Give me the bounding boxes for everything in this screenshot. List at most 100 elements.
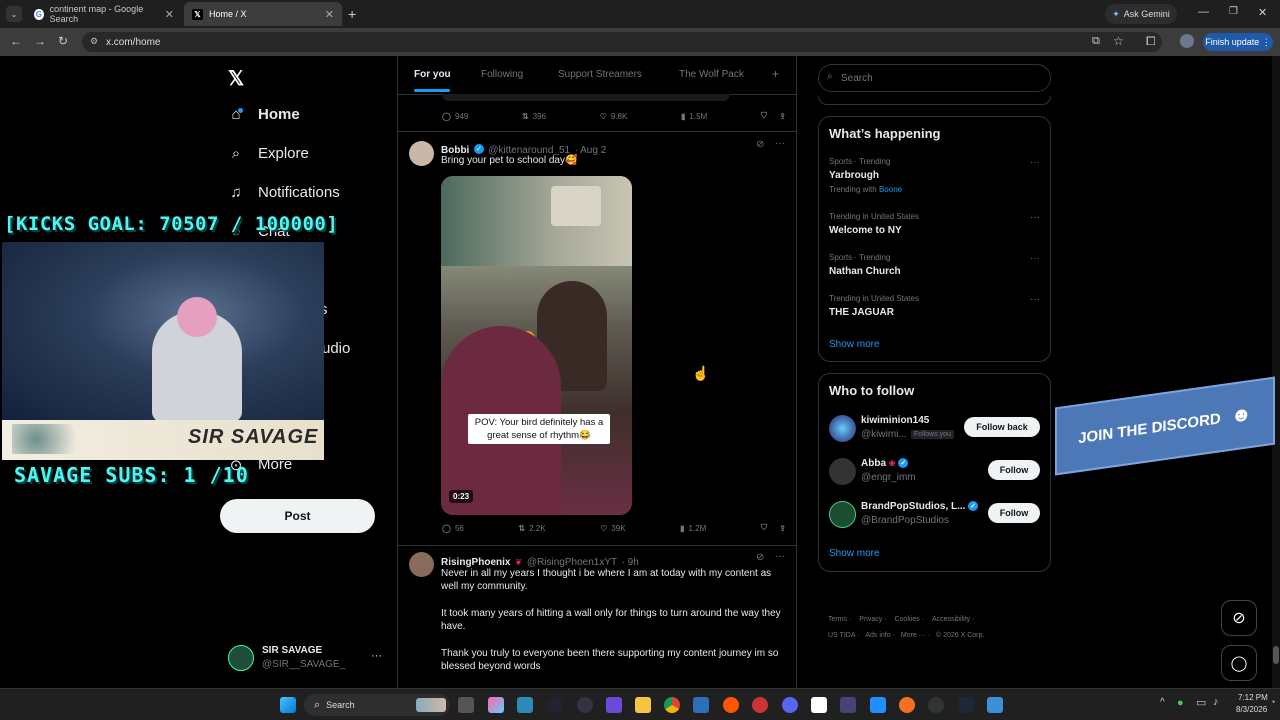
profile-avatar[interactable] — [1180, 34, 1194, 48]
app-icon[interactable] — [577, 697, 593, 713]
discord-taskbar-icon[interactable] — [782, 697, 798, 713]
scrollbar[interactable] — [1272, 56, 1280, 688]
sidebar-item-explore[interactable]: ⌕ Explore — [228, 145, 309, 162]
footer-link[interactable]: US TIDA — [828, 632, 855, 639]
windows-start-icon[interactable] — [280, 697, 296, 713]
clock-date[interactable]: 8/3/2026 — [1236, 705, 1267, 714]
chrome-icon[interactable] — [664, 697, 680, 713]
follow-suggestion[interactable]: Abba ❀ ✓ @engr_imm Follow — [819, 455, 1050, 489]
tab-following[interactable]: Following — [481, 69, 523, 80]
more-dots-icon[interactable]: ··· — [371, 650, 382, 662]
follow-suggestion[interactable]: kiwiminion145 @kiwimi... Follows you Fol… — [819, 412, 1050, 446]
app-icon[interactable] — [547, 697, 563, 713]
messages-floating-button[interactable]: ◯ — [1221, 645, 1257, 681]
trend-item[interactable]: Trending in United States Welcome to NY … — [819, 210, 1050, 242]
volume-icon[interactable]: ♪ — [1213, 696, 1219, 708]
soundcloud-icon[interactable] — [723, 697, 739, 713]
close-icon[interactable]: ✕ — [325, 8, 334, 21]
scrollbar-thumb[interactable] — [1273, 646, 1279, 664]
file-explorer-icon[interactable] — [635, 697, 651, 713]
footer-link[interactable]: Accessibility — [932, 616, 970, 623]
post-button[interactable]: Post — [220, 499, 375, 533]
forward-icon[interactable]: → — [34, 34, 46, 48]
tab-list-button[interactable]: ⌄ — [6, 6, 22, 22]
tweet-video[interactable]: POV: Your bird definitely has a great se… — [441, 176, 632, 515]
microphone-icon[interactable]: ● — [1177, 697, 1184, 709]
grok-icon[interactable]: ⊘ — [756, 139, 764, 150]
obs-icon[interactable] — [928, 697, 944, 713]
grok-icon[interactable]: ⊘ — [756, 552, 764, 563]
tab-home-x[interactable]: 𝕏 Home / X ✕ — [184, 2, 342, 26]
install-app-icon[interactable]: ⧉ — [1092, 35, 1100, 48]
bookmark-button[interactable]: ⛉ ⇪ — [761, 523, 786, 533]
trend-item[interactable]: Sports · Trending Yarbrough Trending wit… — [819, 155, 1050, 197]
footer-link[interactable]: Ads info — [865, 632, 890, 639]
share-icon[interactable]: ⇪ — [779, 524, 786, 533]
show-more-link[interactable]: Show more — [829, 548, 880, 559]
sidebar-item-partial-studio[interactable]: udio — [322, 340, 350, 357]
account-switcher[interactable]: SIR SAVAGE @SIR__SAVAGE_ ··· — [228, 644, 388, 674]
more-dots-icon[interactable]: ··· — [775, 551, 785, 562]
steam-icon[interactable] — [958, 697, 974, 713]
network-icon[interactable]: ▭ — [1196, 696, 1206, 709]
app-icon[interactable] — [899, 697, 915, 713]
footer-link[interactable]: Cookies — [894, 616, 919, 623]
reload-icon[interactable]: ↻ — [58, 34, 68, 48]
task-view-icon[interactable] — [458, 697, 474, 713]
follow-back-button[interactable]: Follow back — [964, 417, 1040, 437]
views-button[interactable]: ▮ 1.5M — [681, 111, 707, 121]
taskbar-search-box[interactable]: ⌕ Search — [304, 694, 450, 716]
like-button[interactable]: ♡ 9.8K — [600, 111, 628, 121]
new-tab-button[interactable]: + — [348, 6, 356, 22]
back-icon[interactable]: ← — [10, 34, 22, 48]
more-dots-icon[interactable]: ··· — [1030, 212, 1040, 223]
follow-button[interactable]: Follow — [988, 503, 1040, 523]
app-icon[interactable] — [693, 697, 709, 713]
notification-bell-icon[interactable]: ◔ — [1270, 697, 1275, 707]
app-icon[interactable] — [870, 697, 886, 713]
views-button[interactable]: ▮ 1.2M — [680, 523, 706, 533]
footer-link[interactable]: Terms — [828, 616, 847, 623]
footer-link[interactable]: More ··· — [901, 632, 926, 639]
tab-for-you[interactable]: For you — [414, 69, 451, 80]
restore-button[interactable]: ❐ — [1229, 6, 1238, 17]
app-icon[interactable] — [752, 697, 768, 713]
tweet[interactable]: Bobbi ✓ @kittenaround_51 · Aug 2 ⊘ ··· B… — [398, 132, 796, 544]
close-icon[interactable]: ✕ — [165, 8, 174, 21]
more-dots-icon[interactable]: ··· — [775, 138, 785, 149]
tab-google-search[interactable]: G continent map - Google Search ✕ — [26, 2, 182, 26]
sidebar-item-notifications[interactable]: ♫ Notifications — [228, 184, 339, 201]
follow-suggestion[interactable]: BrandPopStudios, L... ✓ @BrandPopStudios… — [819, 498, 1050, 532]
grok-floating-button[interactable]: ⊘ — [1221, 600, 1257, 636]
app-icon[interactable] — [517, 697, 533, 713]
like-button[interactable]: ♡ 39K — [600, 523, 625, 533]
finish-update-button[interactable]: Finish update ⋮ — [1203, 33, 1273, 51]
bookmark-button[interactable]: ⛉ ⇪ — [761, 111, 786, 121]
address-bar[interactable]: ⚙ x.com/home ⧉ ☆ — [82, 32, 1162, 52]
app-icon[interactable] — [811, 697, 827, 713]
extensions-icon[interactable]: ⧠ — [1146, 34, 1156, 49]
x-logo-icon[interactable]: 𝕏 — [228, 66, 244, 91]
app-icon[interactable] — [606, 697, 622, 713]
clock-time[interactable]: 7:12 PM — [1238, 693, 1268, 702]
repost-button[interactable]: ⇅ 2.2K — [518, 523, 545, 533]
footer-link[interactable]: Privacy — [859, 616, 882, 623]
close-window-button[interactable]: ✕ — [1258, 6, 1267, 19]
reply-button[interactable]: ◯ 949 — [442, 111, 468, 121]
add-tab-button[interactable]: + — [772, 67, 779, 81]
tab-the-wolf-pack[interactable]: The Wolf Pack — [679, 69, 744, 80]
trend-item[interactable]: Sports · Trending Nathan Church ··· — [819, 251, 1050, 283]
copilot-icon[interactable] — [488, 697, 504, 713]
bookmark-star-icon[interactable]: ☆ — [1113, 34, 1124, 48]
tab-support-streamers[interactable]: Support Streamers — [558, 69, 642, 80]
repost-button[interactable]: ⇅ 396 — [522, 111, 546, 121]
follow-button[interactable]: Follow — [988, 460, 1040, 480]
reply-button[interactable]: ◯ 56 — [442, 523, 464, 533]
trend-item[interactable]: Trending in United States THE JAGUAR ··· — [819, 292, 1050, 324]
more-dots-icon[interactable]: ··· — [1030, 294, 1040, 305]
tweet[interactable]: RisingPhoenix ❦ @RisingPhoen1xYT · 9h ⊘ … — [398, 546, 796, 688]
app-icon[interactable] — [840, 697, 856, 713]
share-icon[interactable]: ⇪ — [779, 112, 786, 121]
more-dots-icon[interactable]: ··· — [1030, 253, 1040, 264]
show-more-link[interactable]: Show more — [829, 339, 880, 350]
